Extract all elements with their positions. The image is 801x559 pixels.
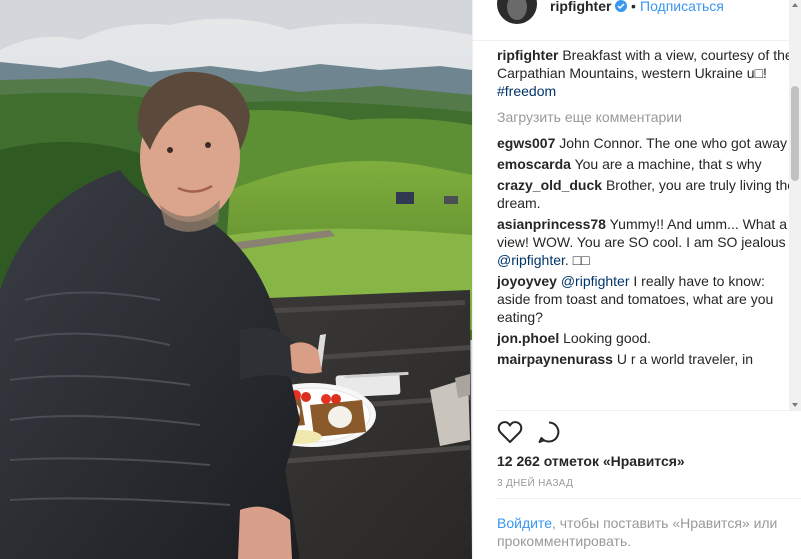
scrollbar-thumb[interactable] (791, 86, 799, 181)
header-divider (473, 40, 801, 41)
comment-username[interactable]: asianprincess78 (497, 216, 606, 232)
comment-item: emoscarda You are a machine, that s why (497, 155, 797, 173)
comment-item: asianprincess78 Yummy!! And umm... What … (497, 215, 797, 269)
comments-scrollbar[interactable] (789, 0, 801, 410)
comment-item: egws007 John Connor. The one who got awa… (497, 134, 797, 152)
verified-badge-icon (615, 0, 627, 12)
comment-text: John Connor. The one who got away (559, 135, 788, 151)
heart-icon[interactable] (497, 420, 523, 444)
comment-item: joyoyvey @ripfighter I really have to kn… (497, 272, 797, 326)
comment-mention[interactable]: @ripfighter (561, 273, 630, 289)
caption: ripfighter Breakfast with a view, courte… (497, 46, 797, 100)
login-divider (497, 498, 801, 499)
comment-item: jon.phoel Looking good. (497, 329, 797, 347)
header-dot: • (631, 0, 636, 14)
login-prompt: Войдите, чтобы поставить «Нравится» или … (497, 514, 787, 550)
caption-username[interactable]: ripfighter (497, 47, 558, 63)
comment-username[interactable]: emoscarda (497, 156, 571, 172)
scroll-up-arrow-icon[interactable] (792, 3, 798, 7)
comment-text: You are a machine, that s why (574, 156, 762, 172)
comment-item: mairpaynenurass U r a world traveler, in (497, 350, 797, 368)
comment-tail: . □□ (564, 252, 590, 268)
comment-text: Looking good. (563, 330, 652, 346)
post-photo[interactable] (0, 0, 472, 559)
scroll-down-arrow-icon[interactable] (792, 403, 798, 407)
actions-divider (497, 410, 801, 411)
comment-username[interactable]: egws007 (497, 135, 555, 151)
comment-item: crazy_old_duck Brother, you are truly li… (497, 176, 797, 212)
comment-text: U r a world traveler, in (616, 351, 754, 367)
comment-username[interactable]: crazy_old_duck (497, 177, 602, 193)
avatar[interactable] (497, 0, 537, 24)
follow-button[interactable]: Подписаться (640, 0, 724, 14)
comment-username[interactable]: jon.phoel (497, 330, 559, 346)
comments-list[interactable]: ripfighter Breakfast with a view, courte… (497, 46, 797, 409)
likes-count[interactable]: 12 262 отметок «Нравится» (497, 453, 685, 469)
avatar-face (507, 0, 527, 20)
login-link[interactable]: Войдите (497, 515, 552, 531)
comment-bubble-icon[interactable] (537, 420, 561, 444)
comment-username[interactable]: mairpaynenurass (497, 351, 613, 367)
comment-mention[interactable]: @ripfighter (497, 252, 565, 268)
caption-hashtag[interactable]: #freedom (497, 83, 556, 99)
post-timestamp[interactable]: 3 ДНЕЙ НАЗАД (497, 478, 573, 489)
load-more-comments-button[interactable]: Загрузить еще комментарии (497, 108, 797, 126)
comment-username[interactable]: joyoyvey (497, 273, 557, 289)
header-username[interactable]: ripfighter (550, 0, 611, 14)
post-side-panel: ripfighter • Подписаться ripfighter Brea… (472, 0, 801, 559)
